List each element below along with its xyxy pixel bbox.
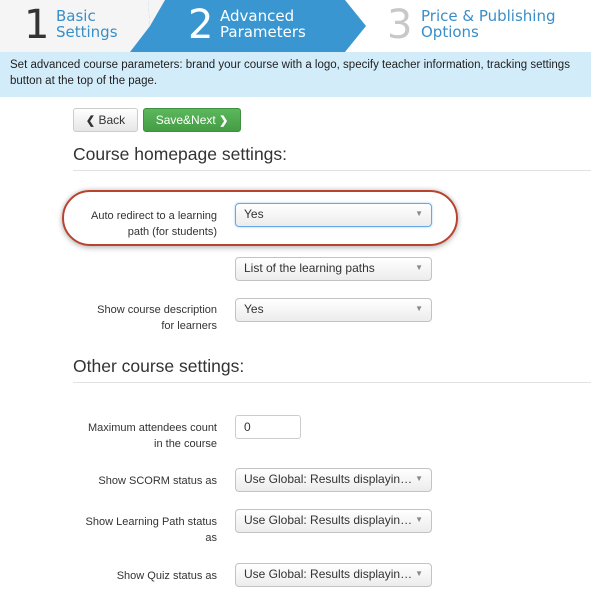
caret-down-icon: ▼	[415, 209, 423, 218]
info-banner-line2: button at the top of the page.	[10, 75, 158, 87]
show-description-select[interactable]: Yes ▼	[235, 298, 432, 322]
scorm-status-label: Show SCORM status as	[57, 473, 217, 489]
select-value: Use Global: Results displayin…	[244, 472, 413, 486]
save-next-button-label: Save&Next	[155, 113, 216, 127]
step-2-number: 2	[188, 2, 214, 48]
caret-down-icon: ▼	[415, 474, 423, 483]
step-1-number: 1	[24, 2, 50, 48]
label-line: Show course description	[97, 304, 217, 316]
label-line: Show SCORM status as	[98, 475, 217, 487]
section-title-other: Other course settings:	[73, 356, 245, 376]
label-line: path (for students)	[127, 226, 217, 238]
back-button[interactable]: ❮ Back	[73, 108, 138, 132]
section-title-homepage: Course homepage settings:	[73, 144, 288, 164]
label-line: in the course	[154, 438, 217, 450]
step-3-number: 3	[387, 2, 413, 48]
chevron-right-icon: ❯	[219, 115, 229, 127]
redirect-target-select[interactable]: List of the learning paths ▼	[235, 257, 432, 281]
caret-down-icon: ▼	[415, 569, 423, 578]
auto-redirect-select[interactable]: Yes ▼	[235, 203, 432, 227]
select-value: Yes	[244, 302, 264, 316]
back-button-label: Back	[98, 113, 126, 127]
quiz-status-label: Show Quiz status as	[57, 568, 217, 584]
caret-down-icon: ▼	[415, 515, 423, 524]
section-divider	[73, 170, 591, 171]
step-2-label[interactable]: Advanced Parameters	[220, 8, 306, 40]
step-3-label-line2: Options	[421, 23, 479, 41]
info-banner: Set advanced course parameters: brand yo…	[0, 52, 591, 97]
label-line: as	[205, 532, 217, 544]
select-value: Use Global: Results displayin…	[244, 567, 413, 581]
step-2-label-line2: Parameters	[220, 23, 306, 41]
label-line: Auto redirect to a learning	[91, 210, 217, 222]
step-3-label[interactable]: Price & Publishing Options	[421, 8, 556, 40]
step-1-label[interactable]: Basic Settings	[56, 8, 118, 40]
caret-down-icon: ▼	[415, 263, 423, 272]
max-attendees-input[interactable]: 0	[235, 415, 301, 439]
auto-redirect-label: Auto redirect to a learning path (for st…	[57, 208, 217, 240]
learning-path-status-select[interactable]: Use Global: Results displayin… ▼	[235, 509, 432, 533]
caret-down-icon: ▼	[415, 304, 423, 313]
scorm-status-select[interactable]: Use Global: Results displayin… ▼	[235, 468, 432, 492]
step-2-label-line1: Advanced	[220, 7, 295, 25]
learning-path-status-label: Show Learning Path status as	[57, 514, 217, 546]
save-next-button[interactable]: Save&Next ❯	[143, 108, 241, 132]
quiz-status-select[interactable]: Use Global: Results displayin… ▼	[235, 563, 432, 587]
select-value: Use Global: Results displayin…	[244, 513, 413, 527]
section-divider	[73, 382, 591, 383]
chevron-left-icon: ❮	[85, 115, 96, 127]
label-line: Show Quiz status as	[116, 570, 217, 582]
step-1-label-line1: Basic	[56, 7, 96, 25]
wizard-steps: 1 Basic Settings 2 Advanced Parameters 3…	[0, 0, 591, 52]
info-banner-line1: Set advanced course parameters: brand yo…	[10, 59, 570, 71]
select-value: List of the learning paths	[244, 261, 375, 275]
label-line: for learners	[161, 320, 217, 332]
select-value: Yes	[244, 207, 264, 221]
label-line: Show Learning Path status	[85, 516, 217, 528]
input-value: 0	[244, 420, 251, 434]
step-3-label-line1: Price & Publishing	[421, 7, 556, 25]
label-line: Maximum attendees count	[87, 422, 217, 434]
show-description-label: Show course description for learners	[57, 302, 217, 334]
step-1-label-line2: Settings	[56, 23, 118, 41]
max-attendees-label: Maximum attendees count in the course	[57, 420, 217, 452]
